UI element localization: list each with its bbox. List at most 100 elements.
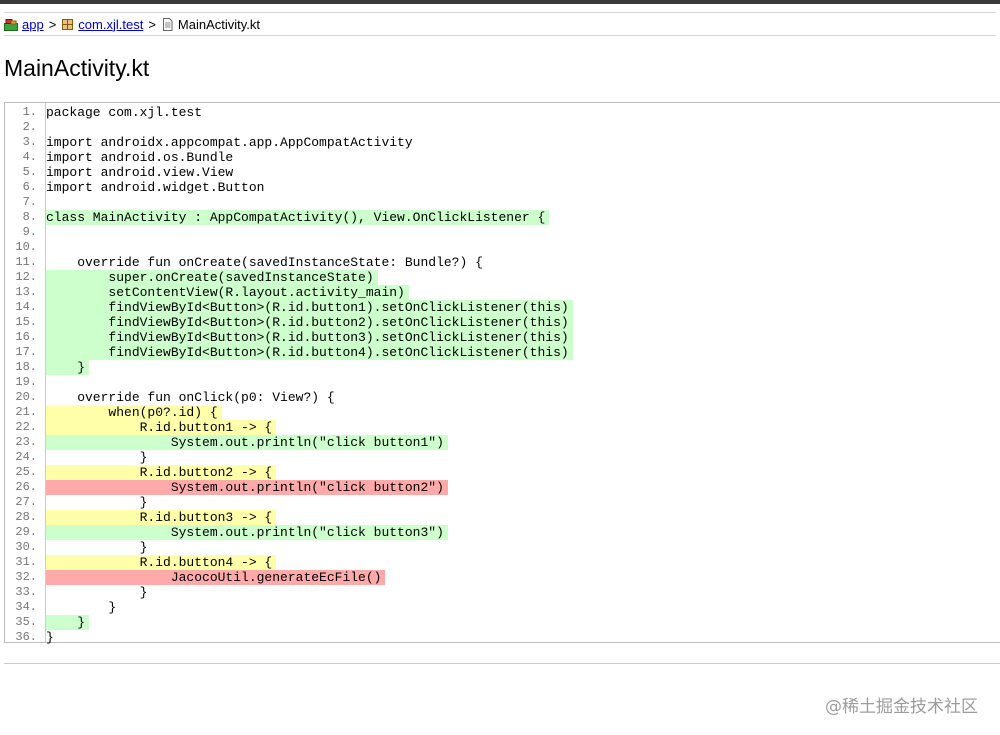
line-number: 21. [15,405,37,419]
line-code: findViewById<Button>(R.id.button3).setOn… [46,330,573,345]
line-number: 30. [15,540,37,554]
line-number: 12. [15,270,37,284]
source-line: 1. package com.xjl.test [5,105,1000,120]
line-number: 6. [22,180,37,194]
line-code: } [46,585,148,600]
line-number: 23. [15,435,37,449]
line-code: JacocoUtil.generateEcFile() [46,570,386,585]
line-number: 22. [15,420,37,434]
line-number: 15. [15,315,37,329]
line-number: 18. [15,360,37,374]
line-number: 25. [15,465,37,479]
line-number: 36. [15,630,37,644]
line-code: import android.view.View [46,165,234,180]
breadcrumb-item-app[interactable]: app [4,17,44,32]
line-number: 9. [22,225,37,239]
line-number: 34. [15,600,37,614]
line-code: import android.os.Bundle [46,150,234,165]
line-code: override fun onCreate(savedInstanceState… [46,255,483,270]
line-number: 1. [22,105,37,119]
line-code: } [46,540,148,555]
breadcrumb-current: MainActivity.kt [177,16,261,32]
source-line: 33. } [5,585,1000,600]
source-line: 10. [5,240,1000,255]
source-line: 29. System.out.println("click button3") [5,525,1000,540]
line-number: 8. [22,210,37,224]
breadcrumb-link-package[interactable]: com.xjl.test [78,17,143,32]
line-code: package com.xjl.test [46,105,203,120]
line-number: 7. [22,195,37,209]
app-module-icon [4,18,18,31]
breadcrumb-item-file: MainActivity.kt [161,17,260,32]
source-line: 30. } [5,540,1000,555]
source-line: 24. } [5,450,1000,465]
source-line: 13. setContentView(R.layout.activity_mai… [5,285,1000,300]
breadcrumb-item-package[interactable]: com.xjl.test [61,17,143,32]
line-number: 3. [22,135,37,149]
line-number: 5. [22,165,37,179]
source-line: 22. R.id.button1 -> { [5,420,1000,435]
breadcrumb-link-app[interactable]: app [22,17,44,32]
line-code: } [46,495,148,510]
line-code: findViewById<Button>(R.id.button4).setOn… [46,345,573,360]
source-line: 17. findViewById<Button>(R.id.button4).s… [5,345,1000,360]
source-line: 25. R.id.button2 -> { [5,465,1000,480]
source-line: 4. import android.os.Bundle [5,150,1000,165]
source-code-view: 1. package com.xjl.test 2. 3. import android… [4,102,1000,645]
source-line: 21. when(p0?.id) { [5,405,1000,420]
source-line: 14. findViewById<Button>(R.id.button1).s… [5,300,1000,315]
source-line: 15. findViewById<Button>(R.id.button2).s… [5,315,1000,330]
source-line: 6. import android.widget.Button [5,180,1000,195]
line-number: 11. [15,255,37,269]
source-line: 27. } [5,495,1000,510]
breadcrumb: app > com.xjl.test > MainActivity.kt [4,12,996,36]
line-code: } [46,450,148,465]
line-code: findViewById<Button>(R.id.button1).setOn… [46,300,573,315]
source-line: 36.} [5,630,1000,645]
line-number: 14. [15,300,37,314]
line-code: setContentView(R.layout.activity_main) [46,285,409,300]
line-code: findViewById<Button>(R.id.button2).setOn… [46,315,573,330]
line-number: 2. [22,120,37,134]
line-number: 28. [15,510,37,524]
line-number: 27. [15,495,37,509]
line-number: 26. [15,480,37,494]
source-line: 32. JacocoUtil.generateEcFile() [5,570,1000,585]
line-number: 24. [15,450,37,464]
line-code: super.onCreate(savedInstanceState) [46,270,378,285]
line-code: import android.widget.Button [46,180,265,195]
line-code: System.out.println("click button1") [46,435,448,450]
line-code: System.out.println("click button2") [46,480,448,495]
line-number: 32. [15,570,37,584]
source-line: 18. } [5,360,1000,375]
source-line: 35. } [5,615,1000,630]
line-code: R.id.button1 -> { [46,420,277,435]
line-code: when(p0?.id) { [46,405,222,420]
line-number: 17. [15,345,37,359]
line-code: override fun onClick(p0: View?) { [46,390,335,405]
source-line: 31. R.id.button4 -> { [5,555,1000,570]
line-number: 31. [15,555,37,569]
line-code: System.out.println("click button3") [46,525,448,540]
source-line: 11. override fun onCreate(savedInstanceS… [5,255,1000,270]
source-line: 7. [5,195,1000,210]
watermark: @稀土掘金技术社区 [825,697,978,717]
line-code: } [46,615,90,630]
line-code: R.id.button2 -> { [46,465,277,480]
line-number: 16. [15,330,37,344]
line-code: } [46,360,90,375]
line-number: 19. [15,375,37,389]
footer-divider [4,663,1000,664]
line-number: 20. [15,390,37,404]
package-icon [61,18,74,31]
source-line: 8. class MainActivity : AppCompatActivity… [5,210,1000,225]
line-code: import androidx.appcompat.app.AppCompatA… [46,135,413,150]
source-line: 23. System.out.println("click button1") [5,435,1000,450]
source-line: 20. override fun onClick(p0: View?) { [5,390,1000,405]
breadcrumb-separator: > [148,16,156,32]
line-number: 33. [15,585,37,599]
source-line: 5. import android.view.View [5,165,1000,180]
source-line: 2. [5,120,1000,135]
source-line: 12. super.onCreate(savedInstanceState) [5,270,1000,285]
source-line: 9. [5,225,1000,240]
